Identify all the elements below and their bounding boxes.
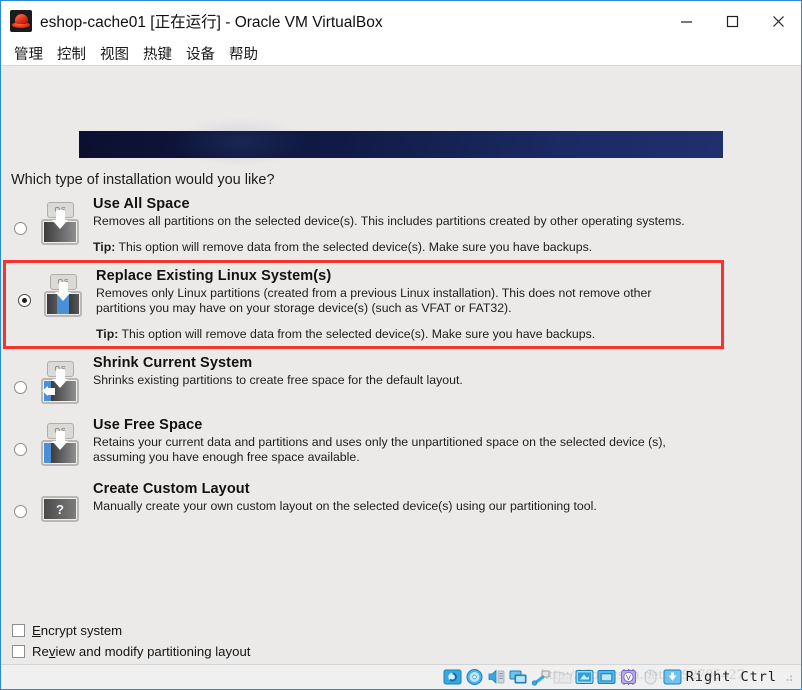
checkbox-row-review-layout[interactable]: Review and modify partitioning layout xyxy=(12,641,250,662)
option-use-free-space[interactable]: OS Use Free Space Retains your current d… xyxy=(1,411,801,473)
os-disk-free-space-icon: OS xyxy=(39,423,81,467)
checkbox-review-layout[interactable] xyxy=(12,645,25,658)
radio-cell xyxy=(1,196,39,235)
option-title: Replace Existing Linux System(s) xyxy=(96,268,332,284)
option-description: Removes all partitions on the selected d… xyxy=(93,214,685,228)
remote-display-icon[interactable] xyxy=(597,668,616,686)
os-disk-replace-linux-icon: OS xyxy=(42,274,84,318)
option-shrink-current-system[interactable]: OS Shrink Current System Shrinks existin… xyxy=(1,349,801,411)
maximize-icon[interactable] xyxy=(709,1,755,41)
virtualbox-window: eshop-cache01 [正在运行] - Oracle VM Virtual… xyxy=(0,0,802,690)
redhat-fedora-icon xyxy=(10,10,32,32)
resize-grip-icon[interactable] xyxy=(783,672,793,682)
menu-item-help[interactable]: 帮助 xyxy=(222,41,265,66)
option-title: Use All Space xyxy=(93,196,190,212)
checkbox-label-encrypt-system: Encrypt system xyxy=(32,623,123,638)
radio-cell xyxy=(1,417,39,456)
menu-item-control[interactable]: 控制 xyxy=(50,41,93,66)
option-create-custom-layout[interactable]: ? Create Custom Layout Manually create y… xyxy=(1,473,801,535)
status-bar: http://blog.csdn.net/a992705427 V Right … xyxy=(1,664,801,689)
option-text: Replace Existing Linux System(s) Removes… xyxy=(84,268,706,341)
window-title: eshop-cache01 [正在运行] - Oracle VM Virtual… xyxy=(40,14,383,31)
shared-folder-icon[interactable] xyxy=(553,668,572,686)
checkbox-label-review-layout: Review and modify partitioning layout xyxy=(32,644,251,659)
tip-text: This option will remove data from the se… xyxy=(118,240,593,254)
option-text: Use Free Space Retains your current data… xyxy=(81,417,703,465)
menu-item-manage[interactable]: 管理 xyxy=(7,41,50,66)
option-title: Use Free Space xyxy=(93,417,203,433)
option-text: Create Custom Layout Manually create you… xyxy=(81,479,607,514)
audio-icon[interactable] xyxy=(487,668,506,686)
option-description: Retains your current data and partitions… xyxy=(93,435,666,464)
option-description: Shrinks existing partitions to create fr… xyxy=(93,373,463,387)
mnemonic: E xyxy=(32,623,41,638)
radio-cell xyxy=(6,268,42,307)
status-indicator-icons: V xyxy=(443,668,682,686)
installation-type-options: OS Use All Space Removes all partitions … xyxy=(1,190,801,535)
option-description: Removes only Linux partitions (created f… xyxy=(96,286,652,315)
tip-label: Tip: xyxy=(96,327,119,341)
svg-text:V: V xyxy=(626,675,631,682)
display-icon[interactable] xyxy=(575,668,594,686)
option-text: Shrink Current System Shrinks existing p… xyxy=(81,355,473,388)
option-tip: Tip: This option will remove data from t… xyxy=(93,240,685,254)
checkbox-encrypt-system[interactable] xyxy=(12,624,25,637)
installer-checkboxes: Encrypt system Review and modify partiti… xyxy=(12,620,250,662)
os-disk-custom-icon: ? xyxy=(39,485,81,529)
mouse-icon[interactable] xyxy=(641,668,660,686)
network-icon[interactable] xyxy=(509,668,528,686)
hard-disk-icon[interactable] xyxy=(443,668,462,686)
usb-icon[interactable] xyxy=(531,668,550,686)
radio-create-custom-layout[interactable] xyxy=(13,505,27,518)
option-title: Shrink Current System xyxy=(93,355,253,371)
installer-banner xyxy=(79,117,723,167)
vm-display[interactable]: Which type of installation would you lik… xyxy=(1,66,801,664)
radio-cell xyxy=(1,355,39,394)
virtualization-icon[interactable]: V xyxy=(619,668,638,686)
radio-cell xyxy=(1,479,39,518)
option-description: Manually create your own custom layout o… xyxy=(93,499,597,513)
radio-use-all-space[interactable] xyxy=(13,222,27,235)
tip-label: Tip: xyxy=(93,240,116,254)
menu-item-devices[interactable]: 设备 xyxy=(179,41,222,66)
minimize-icon[interactable] xyxy=(663,1,709,41)
radio-replace-existing-linux[interactable] xyxy=(17,294,31,307)
option-title: Create Custom Layout xyxy=(93,481,250,497)
option-tip: Tip: This option will remove data from t… xyxy=(96,327,696,341)
menu-bar: 管理 控制 视图 热键 设备 帮助 xyxy=(1,41,801,66)
host-key-icon[interactable] xyxy=(663,668,682,686)
optical-disk-icon[interactable] xyxy=(465,668,484,686)
option-text: Use All Space Removes all partitions on … xyxy=(81,196,695,254)
page-title: Which type of installation would you lik… xyxy=(11,172,275,188)
os-disk-shrink-icon: OS xyxy=(39,361,81,405)
tip-text: This option will remove data from the se… xyxy=(121,327,596,341)
radio-use-free-space[interactable] xyxy=(13,443,27,456)
title-bar: eshop-cache01 [正在运行] - Oracle VM Virtual… xyxy=(1,1,801,41)
checkbox-row-encrypt-system[interactable]: Encrypt system xyxy=(12,620,250,641)
host-key-label: Right Ctrl xyxy=(685,669,777,685)
radio-shrink-current-system[interactable] xyxy=(13,381,27,394)
window-controls xyxy=(663,1,801,41)
option-use-all-space[interactable]: OS Use All Space Removes all partitions … xyxy=(1,190,801,260)
close-icon[interactable] xyxy=(755,1,801,41)
option-replace-existing-linux[interactable]: OS Replace Existing Linux System(s) Remo… xyxy=(3,260,724,349)
menu-item-view[interactable]: 视图 xyxy=(93,41,136,66)
os-disk-erase-all-icon: OS xyxy=(39,202,81,246)
menu-item-hotkey[interactable]: 热键 xyxy=(136,41,179,66)
